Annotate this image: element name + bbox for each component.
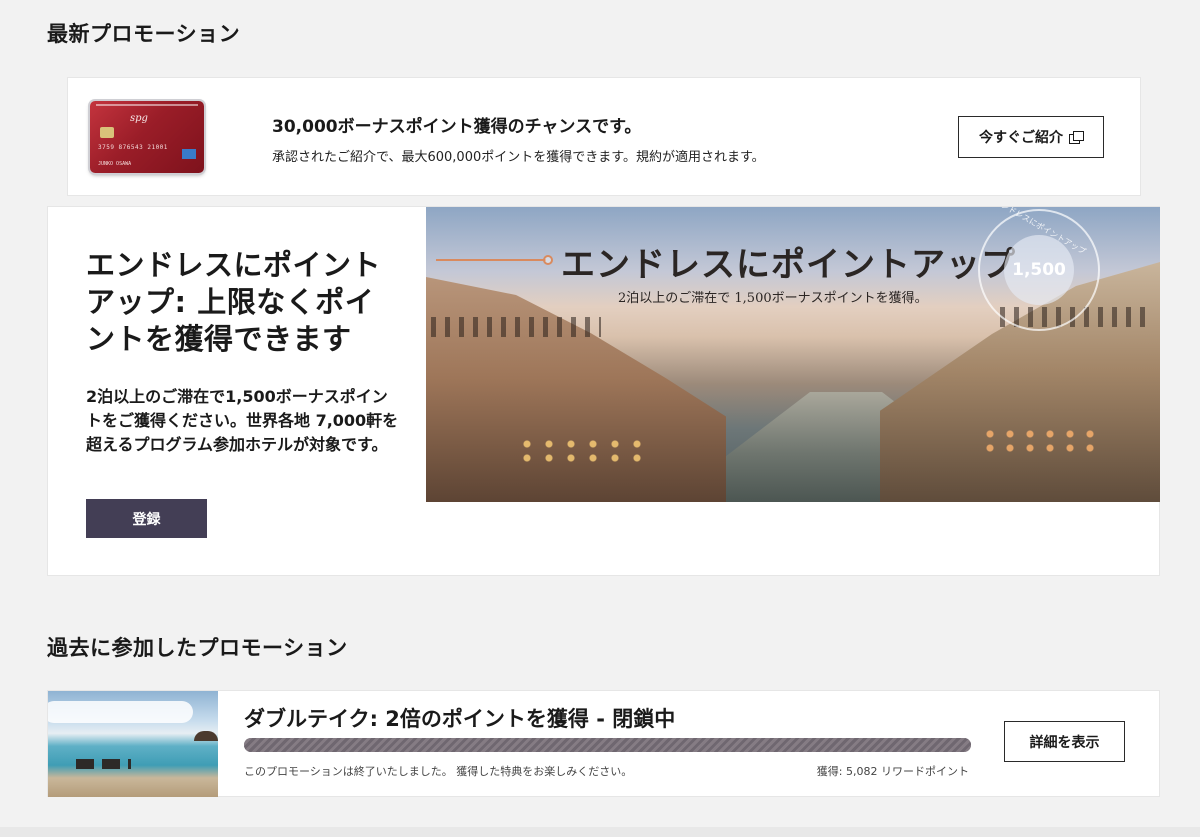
referral-subtext: 承認されたご紹介で、最大600,000ポイントを獲得できます。規約が適用されます…	[272, 150, 765, 165]
promotion-progress-bar	[244, 738, 971, 752]
referral-headline: 30,000ボーナスポイント獲得のチャンスです。	[272, 117, 642, 137]
credit-card-image: spg 3759 876543 21001 JUNKO OSAWA	[90, 101, 204, 173]
progress-fill	[244, 738, 971, 752]
latest-promotions-heading: 最新プロモーション	[47, 22, 241, 46]
register-button[interactable]: 登録	[86, 499, 207, 538]
card-holder: JUNKO OSAWA	[98, 161, 132, 167]
past-promotions-heading: 過去に参加したプロモーション	[47, 636, 348, 660]
card-stripe	[96, 104, 198, 106]
past-promotion-title: ダブルテイク: 2倍のポイントを獲得 - 閉鎖中	[244, 707, 676, 731]
amex-logo	[182, 149, 196, 159]
card-chip	[100, 127, 114, 138]
banner-buildings-left	[426, 277, 726, 502]
thumb-cloud	[48, 701, 193, 723]
promotion-banner-image: エンドレスにポイントアップ 2泊以上のご滞在で 1,500ボーナスポイントを獲得…	[426, 207, 1160, 502]
thumb-umbrella	[194, 731, 218, 741]
thumb-chairs	[76, 759, 131, 769]
page-bottom-divider	[0, 827, 1200, 837]
external-link-icon	[1069, 131, 1084, 144]
refer-now-label: 今すぐご紹介	[979, 130, 1063, 146]
banner-accent-line	[436, 259, 546, 261]
banner-lights-right	[980, 427, 1100, 457]
points-earned: 獲得: 5,082 リワードポイント	[816, 765, 969, 778]
past-promotion-thumbnail	[48, 691, 218, 797]
card-logo: spg	[130, 113, 148, 124]
promotion-title: エンドレスにポイントアップ: 上限なくポイントを獲得できます	[86, 248, 382, 356]
promotion-description: 2泊以上のご滞在で1,500ボーナスポイントをご獲得ください。世界各地 7,00…	[86, 387, 399, 454]
banner-accent-dot	[543, 255, 553, 265]
past-promotion-card: ダブルテイク: 2倍のポイントを獲得 - 閉鎖中 このプロモーションは終了いたし…	[47, 690, 1160, 797]
card-number: 3759 876543 21001	[98, 144, 168, 151]
view-details-button[interactable]: 詳細を表示	[1004, 721, 1125, 762]
banner-windows-left	[431, 317, 601, 337]
banner-lights-left	[516, 437, 646, 467]
banner-subtitle: 2泊以上のご滞在で 1,500ボーナスポイントを獲得。	[618, 291, 928, 306]
refer-now-button[interactable]: 今すぐご紹介	[958, 116, 1104, 158]
referral-card: spg 3759 876543 21001 JUNKO OSAWA 30,000…	[67, 77, 1141, 196]
points-badge: エンドレスにポイントアップ 1,500	[978, 207, 1100, 331]
promotion-card: エンドレスにポイントアップ: 上限なくポイントを獲得できます 2泊以上のご滞在で…	[47, 206, 1160, 576]
banner-title: エンドレスにポイントアップ	[561, 245, 1016, 285]
past-promotion-note: このプロモーションは終了いたしました。 獲得した特典をお楽しみください。	[244, 765, 633, 778]
badge-value: 1,500	[1004, 235, 1074, 305]
